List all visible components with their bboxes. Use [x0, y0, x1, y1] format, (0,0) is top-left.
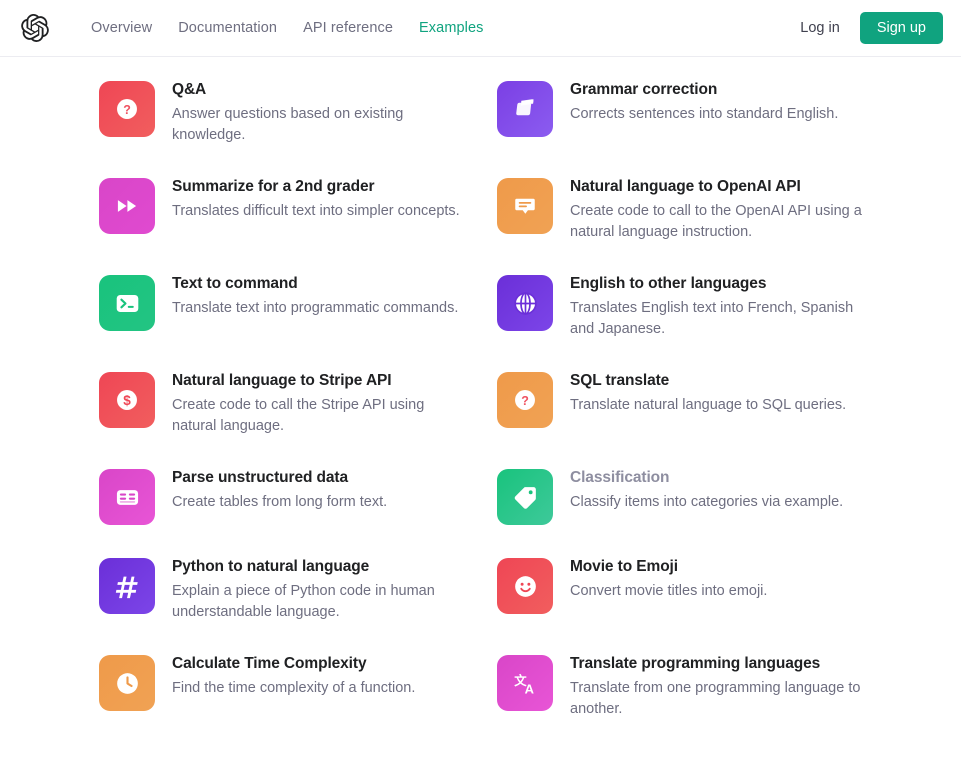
sign-up-button[interactable]: Sign up: [859, 11, 943, 45]
examples-content: ? Q&A Answer questions based on existing k…: [0, 57, 961, 750]
example-card-title: Movie to Emoji: [570, 558, 678, 576]
example-card-body: Python to natural language Explain a piec…: [172, 556, 472, 622]
example-card[interactable]: 文 A Translate programming languages Transla…: [497, 653, 895, 750]
example-card[interactable]: Calculate Time Complexity Find the time c…: [99, 653, 497, 750]
nav-link-examples[interactable]: Examples: [406, 16, 496, 40]
question-mark-circle-icon: ?: [497, 372, 553, 429]
example-card-body: Movie to Emoji Convert movie titles into …: [570, 556, 767, 602]
fast-forward-icon: [99, 178, 155, 235]
example-card-description: Create tables from long form text.: [172, 494, 388, 511]
example-card-title: Text to command: [172, 275, 298, 293]
example-card-body: Text to command Translate text into progr…: [172, 273, 458, 319]
hash-icon: [99, 558, 155, 615]
example-card-description: Create code to call the Stripe API using…: [172, 397, 425, 434]
example-card-title: Grammar correction: [570, 81, 718, 98]
openai-logo-icon[interactable]: [20, 13, 50, 43]
example-card-body: SQL translate Translate natural language …: [570, 370, 846, 416]
example-card[interactable]: $ Natural language to Stripe API Create co…: [99, 370, 497, 467]
example-card-body: Translate programming languages Translate…: [570, 653, 870, 719]
nav-account-actions: Log in Sign up: [786, 11, 943, 45]
example-card[interactable]: ? Q&A Answer questions based on existing k…: [99, 79, 497, 176]
example-card-body: Natural language to OpenAI API Create cod…: [570, 176, 870, 242]
log-in-link[interactable]: Log in: [786, 14, 854, 42]
example-card-description: Classify items into categories via examp…: [570, 494, 844, 511]
terminal-prompt-icon: [99, 275, 155, 332]
example-card-description: Explain a piece of Python code in human …: [172, 583, 435, 620]
example-card[interactable]: Parse unstructured data Create tables fro…: [99, 467, 497, 556]
example-card[interactable]: Classification Classify items into catego…: [497, 467, 895, 556]
example-card-body: Grammar correction Corrects sentences int…: [570, 79, 838, 125]
dollar-circle-icon: $: [99, 372, 155, 429]
example-card-title: Parse unstructured data: [172, 469, 349, 487]
nav-link-overview[interactable]: Overview: [78, 16, 165, 40]
example-card-title: Natural language to OpenAI API: [570, 178, 801, 196]
example-card-title: SQL translate: [570, 372, 670, 390]
example-card-description: Translates English text into French, Spa…: [570, 300, 854, 337]
speech-bubble-icon: [497, 178, 553, 235]
example-card-description: Answer questions based on existing knowl…: [172, 105, 404, 143]
example-card-description: Translate from one programming language …: [570, 680, 861, 717]
examples-grid: ? Q&A Answer questions based on existing k…: [99, 79, 901, 750]
top-navigation-bar: Overview Documentation API reference Exa…: [0, 0, 961, 57]
example-card-body: Classification Classify items into catego…: [570, 467, 843, 513]
tag-icon: [497, 469, 553, 526]
clock-icon: [99, 655, 155, 712]
example-card[interactable]: Natural language to OpenAI API Create cod…: [497, 176, 895, 273]
example-card[interactable]: Summarize for a 2nd grader Translates dif…: [99, 176, 497, 273]
example-card-description: Translate natural language to SQL querie…: [570, 397, 847, 414]
example-card-title: Calculate Time Complexity: [172, 655, 367, 673]
svg-text:?: ?: [123, 103, 131, 117]
svg-text:$: $: [123, 393, 131, 408]
example-card-description: Find the time complexity of a function.: [172, 680, 416, 697]
table-grid-icon: [99, 469, 155, 526]
example-card-body: Parse unstructured data Create tables fro…: [172, 467, 387, 513]
example-card-body: Natural language to Stripe API Create cod…: [172, 370, 472, 436]
example-card-title: Translate programming languages: [570, 655, 821, 673]
example-card-body: Q&A Answer questions based on existing kn…: [172, 79, 472, 145]
example-card-description: Translates difficult text into simpler c…: [172, 203, 460, 219]
translate-icon: 文A: [497, 655, 553, 712]
example-card-title: Q&A: [172, 81, 207, 98]
graduation-cap-icon: [497, 81, 553, 137]
example-card[interactable]: English to other languages Translates Eng…: [497, 273, 895, 370]
example-card-body: Summarize for a 2nd grader Translates dif…: [172, 176, 460, 222]
example-card[interactable]: Python to natural language Explain a piec…: [99, 556, 497, 653]
example-card[interactable]: Movie to Emoji Convert movie titles into …: [497, 556, 895, 653]
example-card-description: Translate text into programmatic command…: [172, 300, 459, 317]
example-card-body: Calculate Time Complexity Find the time c…: [172, 653, 415, 699]
example-card-title: Classification: [570, 469, 670, 487]
example-card-description: Create code to call to the OpenAI API us…: [570, 203, 862, 240]
example-card-description: Corrects sentences into standard English…: [570, 105, 839, 122]
example-card-title: Natural language to Stripe API: [172, 372, 392, 390]
question-mark-circle-icon: ?: [99, 81, 155, 137]
example-card[interactable]: Text to command Translate text into progr…: [99, 273, 497, 370]
svg-text:?: ?: [521, 394, 529, 408]
smiley-face-icon: [497, 558, 553, 615]
example-card[interactable]: Grammar correction Corrects sentences int…: [497, 79, 895, 176]
example-card-title: Python to natural language: [172, 558, 370, 576]
example-card-title: English to other languages: [570, 275, 767, 293]
globe-icon: [497, 275, 553, 332]
svg-text:A: A: [524, 682, 533, 697]
nav-link-documentation[interactable]: Documentation: [165, 16, 290, 40]
example-card[interactable]: ? SQL translate Translate natural language…: [497, 370, 895, 467]
example-card-body: English to other languages Translates Eng…: [570, 273, 870, 339]
nav-link-api-reference[interactable]: API reference: [290, 16, 406, 40]
example-card-title: Summarize for a 2nd grader: [172, 178, 375, 196]
page-root: Overview Documentation API reference Exa…: [0, 0, 961, 757]
primary-nav-links: Overview Documentation API reference Exa…: [78, 16, 497, 40]
example-card-description: Convert movie titles into emoji.: [570, 583, 768, 600]
